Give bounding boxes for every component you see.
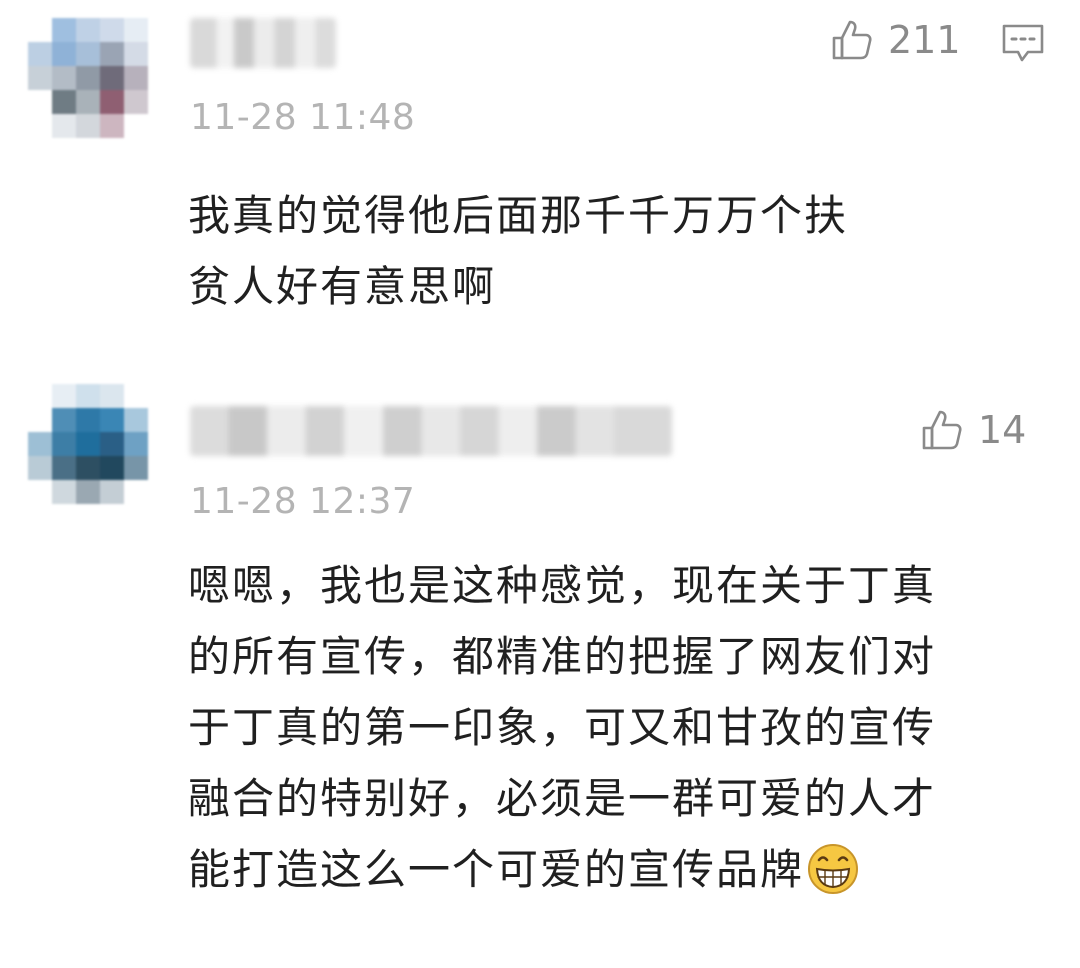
comment-text-line: 于丁真的第一印象，可又和甘孜的宣传 [188,703,937,752]
like-count: 211 [888,18,961,62]
like-button[interactable]: 14 [920,408,1026,452]
comment-bubble-icon[interactable] [1000,20,1046,66]
comment-text-line: 融合的特别好，必须是一群可爱的人才 [188,774,937,823]
comment-text-line: 嗯嗯，我也是这种感觉，现在关于丁真 [188,561,937,610]
comment-text: 我真的觉得他后面那千千万万个扶 贫人好有意思啊 [188,180,848,322]
username[interactable] [190,406,672,456]
comment-text-line: 贫人好有意思啊 [188,262,497,311]
comment-text-line: 的所有宣传，都精准的把握了网友们对 [188,632,937,681]
timestamp: 11-28 11:48 [190,97,416,138]
thumbs-up-icon [920,408,964,452]
username[interactable] [190,18,336,68]
comment-item: 14 11-28 12:37 嗯嗯，我也是这种感觉，现在关于丁真 的所有宣传，都… [0,370,1080,968]
avatar[interactable] [28,18,152,142]
timestamp: 11-28 12:37 [190,481,416,522]
grinning-face-emoji [806,842,860,896]
like-button[interactable]: 211 [830,18,961,62]
thumbs-up-icon [830,18,874,62]
avatar[interactable] [28,384,152,508]
like-count: 14 [978,408,1027,452]
comment-item: 211 11-28 11:48 我真的觉得他后面那千千万万个扶 贫人好有意思啊 [0,0,1080,360]
comment-text: 嗯嗯，我也是这种感觉，现在关于丁真 的所有宣传，都精准的把握了网友们对 于丁真的… [188,550,936,905]
comment-text-line: 我真的觉得他后面那千千万万个扶 [188,191,849,240]
comment-text-line-text: 能打造这么一个可爱的宣传品牌 [188,845,805,894]
comment-text-line: 能打造这么一个可爱的宣传品牌 [188,834,936,905]
